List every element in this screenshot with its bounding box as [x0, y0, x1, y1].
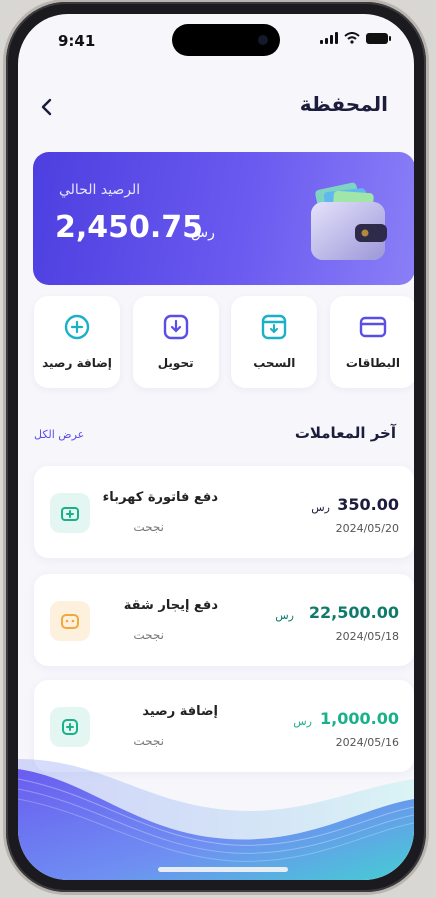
transaction-date: 2024/05/18 — [335, 630, 399, 643]
transaction-name: دفع فاتورة كهرباء — [102, 490, 218, 505]
action-label: السحب — [253, 356, 296, 370]
transaction-amount: 350.00 — [337, 495, 399, 514]
quick-actions: البطاقات السحب تحويل إضافة رصيد — [34, 296, 414, 388]
action-add-balance[interactable]: إضافة رصيد — [34, 296, 120, 388]
transaction-status: نجحت — [133, 520, 164, 534]
add-balance-icon — [64, 314, 90, 340]
view-all-link[interactable]: عرض الكل — [34, 428, 84, 441]
transaction-row[interactable]: دفع إيجار شقة نجحت 22,500.00 رس 2024/05/… — [34, 574, 414, 666]
balance-label: الرصيد الحالي — [59, 182, 141, 198]
signal-icon — [320, 32, 338, 44]
action-cards[interactable]: البطاقات — [329, 296, 414, 388]
balance-currency: رس — [191, 225, 215, 241]
dynamic-island — [172, 24, 280, 56]
transaction-amount: 1,000.00 — [320, 709, 399, 728]
phone-frame: 9:41 المحفظة الرصيد الحالي 2,450.75 رس ا… — [6, 2, 426, 892]
transaction-status: نجحت — [133, 628, 164, 642]
transaction-currency: رس — [293, 715, 312, 728]
rent-icon — [50, 601, 90, 641]
status-icons — [320, 32, 391, 44]
app-screen: 9:41 المحفظة الرصيد الحالي 2,450.75 رس ا… — [18, 14, 414, 880]
wallet-icon — [311, 182, 387, 260]
transfer-icon — [163, 314, 188, 340]
camera-icon — [258, 35, 268, 45]
transaction-currency: رس — [275, 609, 294, 622]
transaction-currency: رس — [311, 501, 330, 514]
action-withdraw[interactable]: السحب — [231, 296, 318, 388]
page-title: المحفظة — [299, 92, 388, 116]
decorative-wave — [18, 759, 414, 880]
status-time: 9:41 — [58, 32, 96, 50]
balance-amount: 2,450.75 — [55, 210, 204, 245]
transaction-name: دفع إيجار شقة — [123, 598, 218, 613]
withdraw-icon — [262, 314, 287, 340]
action-label: إضافة رصيد — [42, 356, 112, 370]
transaction-row[interactable]: دفع فاتورة كهرباء نجحت 350.00 رس 2024/05… — [34, 466, 414, 558]
wifi-icon — [344, 32, 360, 44]
transaction-name: إضافة رصيد — [142, 704, 218, 719]
back-arrow-icon[interactable] — [36, 96, 58, 118]
card-icon — [359, 316, 387, 338]
battery-icon — [366, 32, 391, 44]
transactions-title: آخر المعاملات — [294, 424, 396, 442]
action-transfer[interactable]: تحويل — [132, 296, 219, 388]
electricity-bill-icon — [50, 493, 90, 533]
transaction-amount: 22,500.00 — [308, 603, 399, 622]
transaction-date: 2024/05/20 — [335, 522, 399, 535]
home-indicator[interactable] — [158, 867, 288, 872]
action-label: تحويل — [157, 356, 194, 370]
action-label: البطاقات — [345, 356, 401, 370]
balance-card: الرصيد الحالي 2,450.75 رس — [33, 152, 414, 285]
